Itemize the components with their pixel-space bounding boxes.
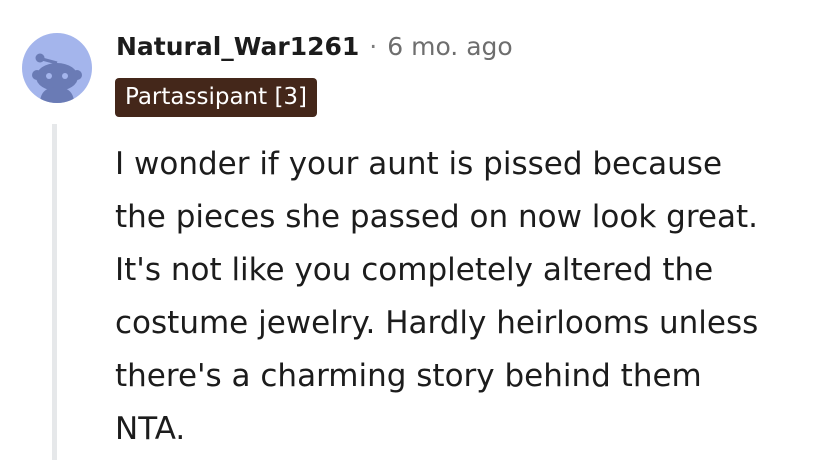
comment-line: the pieces she passed on now look great. [115,199,758,235]
comment-line: there's a charming story behind them [115,358,702,394]
thread-line[interactable] [52,124,57,460]
meta-separator: · [369,31,378,61]
comment-line: It's not like you completely altered the [115,252,714,288]
user-flair-badge: Partassipant [3] [115,78,318,117]
comment-body: I wonder if your aunt is pissed because … [115,138,815,456]
username-link[interactable]: Natural_War1261 [116,32,359,61]
user-avatar-icon[interactable] [22,33,92,103]
comment-header: Natural_War1261 · 6 mo. ago [116,28,513,64]
comment-line: NTA. [115,411,186,447]
comment-line: I wonder if your aunt is pissed because [115,146,723,182]
comment-timestamp[interactable]: 6 mo. ago [387,32,512,61]
comment-line: costume jewelry. Hardly heirlooms unless [115,305,759,341]
